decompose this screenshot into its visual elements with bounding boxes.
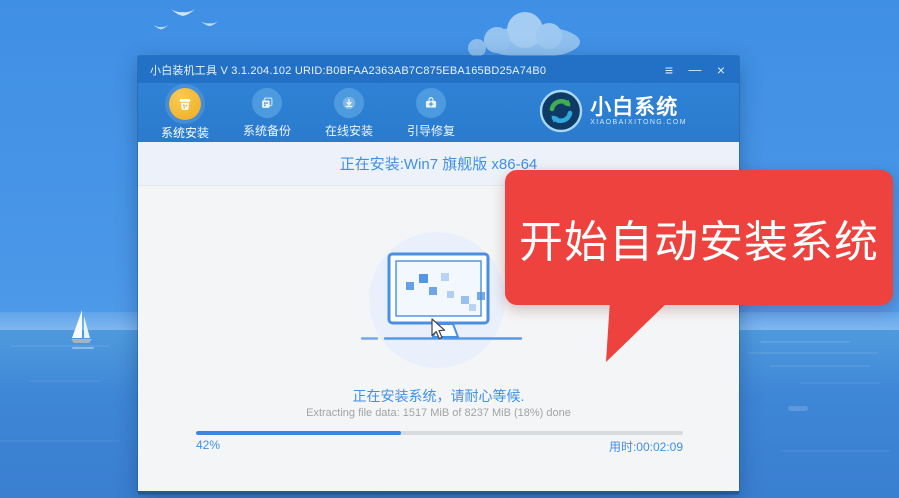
navbar: 系统安装 系统备份	[138, 83, 739, 142]
bird-icon	[153, 23, 169, 32]
titlebar[interactable]: 小白装机工具 V 3.1.204.102 URID:B0BFAA2363AB7C…	[138, 56, 739, 83]
wave-foam	[788, 406, 808, 411]
brand-title: 小白系统	[590, 96, 687, 119]
tab-label: 系统安装	[161, 124, 209, 141]
close-icon[interactable]: ×	[713, 63, 729, 77]
wave-streak	[800, 382, 880, 384]
annotation-text: 开始自动安装系统	[519, 206, 879, 270]
tab-online-install[interactable]: 在线安装	[308, 83, 390, 139]
install-status-cn: 正在安装系统，请耐心等候.	[138, 386, 739, 406]
tab-boot-repair[interactable]: 引导修复	[390, 83, 472, 139]
wave-streak	[30, 380, 100, 382]
brand-subtitle: XIAOBAIXITONG.COM	[590, 119, 687, 126]
recycle-arrows-icon	[539, 89, 583, 133]
wave-streak	[770, 365, 870, 367]
progress-meta: 42% 用时:00:02:09	[196, 438, 683, 455]
install-heading: 正在安装:Win7 旗舰版 x86-64	[340, 153, 538, 174]
progress-bar-fill	[196, 431, 401, 435]
wave-streak	[0, 440, 120, 442]
wave-streak	[760, 341, 850, 343]
annotation-callout: 开始自动安装系统	[505, 170, 893, 305]
install-box-icon	[169, 88, 201, 120]
wave-streak	[748, 352, 878, 354]
tab-label: 引导修复	[407, 122, 455, 139]
bird-icon	[200, 19, 219, 29]
tab-system-install[interactable]: 系统安装	[144, 83, 226, 141]
callout-tail	[596, 300, 680, 364]
tab-label: 系统备份	[243, 122, 291, 139]
extract-status-en: Extracting file data: 1517 MiB of 8237 M…	[138, 407, 739, 419]
tab-label: 在线安装	[325, 122, 373, 139]
backup-copy-icon	[252, 88, 282, 118]
brand-logo: 小白系统 XIAOBAIXITONG.COM	[539, 89, 687, 133]
repair-toolbox-icon	[416, 88, 446, 118]
window-title: 小白装机工具 V 3.1.204.102 URID:B0BFAA2363AB7C…	[150, 62, 546, 78]
desktop: 小白装机工具 V 3.1.204.102 URID:B0BFAA2363AB7C…	[0, 0, 899, 498]
bird-icon	[170, 6, 196, 20]
menu-icon[interactable]: ≡	[661, 63, 677, 77]
monitor-icon	[358, 247, 528, 379]
wave-streak	[780, 450, 890, 452]
elapsed-time: 用时:00:02:09	[609, 438, 683, 455]
sailboat-icon	[68, 306, 98, 350]
progress-percent: 42%	[196, 438, 220, 455]
mouse-cursor-icon	[430, 318, 447, 341]
tab-system-backup[interactable]: 系统备份	[226, 83, 308, 139]
brand-text: 小白系统 XIAOBAIXITONG.COM	[590, 96, 687, 126]
window-controls: ≡ — ×	[661, 63, 729, 77]
download-icon	[334, 88, 364, 118]
progress-bar	[196, 431, 683, 435]
minimize-icon[interactable]: —	[687, 63, 703, 77]
cloud-icon	[437, 12, 582, 58]
